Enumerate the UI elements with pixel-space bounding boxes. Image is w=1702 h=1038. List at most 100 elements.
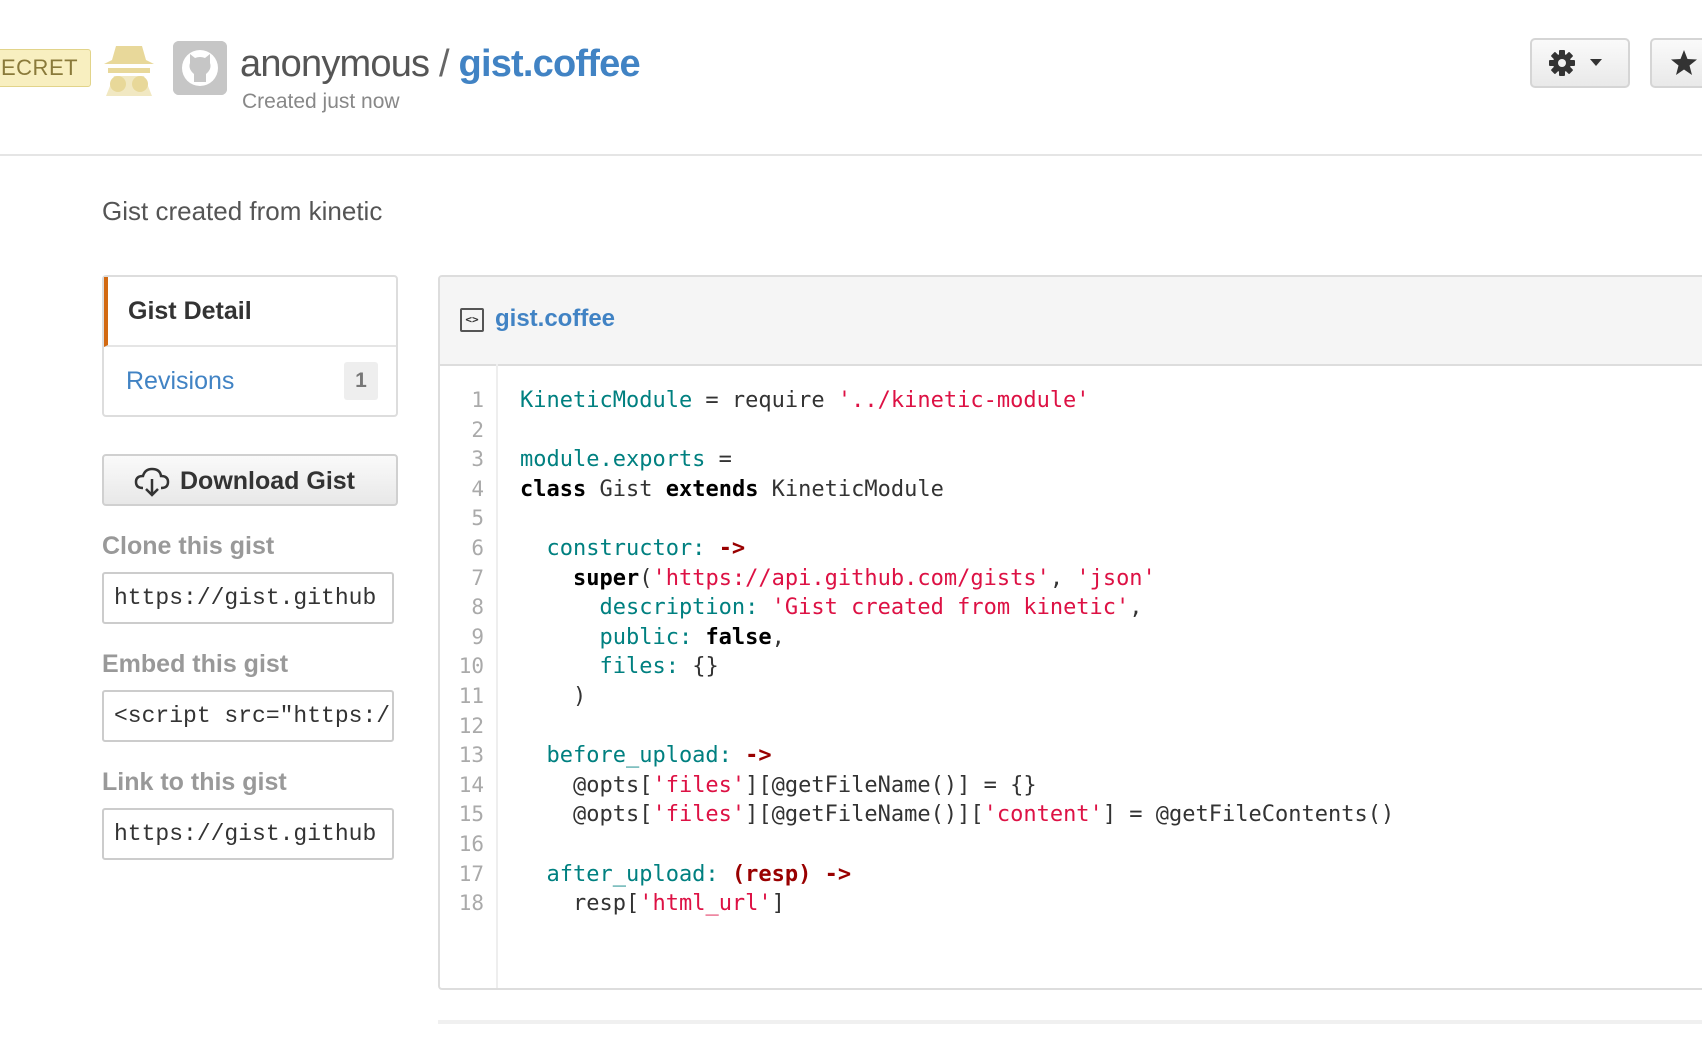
clone-label: Clone this gist xyxy=(102,532,275,560)
code-token: , xyxy=(771,624,785,650)
gist-name-link[interactable]: gist.coffee xyxy=(459,43,641,85)
code-line: @opts['files'][@getFileName()] = {} xyxy=(520,773,1037,798)
code-token: ][@getFileName()][ xyxy=(745,802,984,828)
file-name-link[interactable]: gist.coffee xyxy=(495,305,615,333)
title-separator: / xyxy=(429,43,459,85)
code-token: (resp) xyxy=(731,861,812,887)
code-token: class xyxy=(520,476,587,502)
code-token: false xyxy=(705,624,772,650)
line-number[interactable]: 4 xyxy=(471,477,484,501)
line-number-gutter: 1 2 3 4 5 6 7 8 9 10 11 12 13 14 15 16 17 18 xyxy=(440,364,498,988)
github-octocat-icon xyxy=(173,41,227,95)
code-line: module.exports = xyxy=(520,447,732,472)
code-token: 'Gist created from kinetic' xyxy=(771,595,1130,621)
code-token: after_upload: xyxy=(520,861,719,887)
code-token: description: xyxy=(520,595,759,621)
code-token: = require xyxy=(692,388,838,413)
nav-item-label: Revisions xyxy=(126,367,235,395)
line-number[interactable]: 12 xyxy=(459,714,484,738)
line-number[interactable]: 13 xyxy=(459,743,484,767)
code-token: 'json' xyxy=(1076,565,1156,591)
file-container: <> gist.coffee 1 2 3 4 5 6 7 8 9 10 11 12 13 14 15 16 17… xyxy=(438,275,1702,990)
code-token: KineticModule xyxy=(520,388,693,413)
code-token: 'files' xyxy=(652,802,746,828)
line-number[interactable]: 18 xyxy=(459,891,484,915)
cloud-download-icon xyxy=(134,467,170,497)
gist-title: anonymous / gist.coffee xyxy=(240,42,641,86)
link-label: Link to this gist xyxy=(102,768,287,796)
line-number[interactable]: 2 xyxy=(471,418,484,442)
code-line: after_upload: (resp) -> xyxy=(520,862,851,887)
code-token: -> xyxy=(824,861,852,887)
code-token: before_upload: xyxy=(520,743,732,769)
code-token: ) xyxy=(520,684,587,709)
line-number[interactable]: 5 xyxy=(471,506,484,530)
code-line: super('https://api.github.com/gists', 'j… xyxy=(520,566,1156,591)
code-file-icon: <> xyxy=(460,308,484,332)
link-url-input[interactable]: https://gist.github xyxy=(102,808,394,860)
code-line: resp['html_url'] xyxy=(520,891,785,916)
line-number[interactable]: 17 xyxy=(459,862,484,886)
code-token: ][@getFileName()] = {} xyxy=(745,772,1037,798)
line-number[interactable]: 14 xyxy=(459,773,484,797)
code-token: 'html_url' xyxy=(639,891,772,917)
file-header: <> gist.coffee xyxy=(440,277,1702,366)
divider xyxy=(438,1020,1702,1024)
gist-description: Gist created from kinetic xyxy=(102,196,383,226)
code-line: public: false, xyxy=(520,624,785,650)
line-number[interactable]: 11 xyxy=(459,684,484,708)
line-number[interactable]: 16 xyxy=(459,832,484,856)
code-token: KineticModule xyxy=(758,476,944,502)
code-line: KineticModule = require '../kinetic-modu… xyxy=(520,388,1090,413)
avatar[interactable] xyxy=(173,41,227,95)
nav-item-label: Gist Detail xyxy=(128,297,252,325)
chevron-down-icon xyxy=(1590,59,1602,66)
download-gist-button[interactable]: Download Gist xyxy=(102,454,398,506)
code-token: 'content' xyxy=(983,802,1103,828)
code-token: extends xyxy=(665,476,759,502)
code-view: KineticModule = require '../kinetic-modu… xyxy=(520,364,1702,988)
code-token: Gist xyxy=(586,476,666,502)
code-token: , xyxy=(1049,565,1077,591)
code-line: class Gist extends KineticModule xyxy=(520,477,944,502)
code-token: ] = @getFileContents() xyxy=(1102,802,1395,828)
line-number[interactable]: 6 xyxy=(471,536,484,560)
line-number[interactable]: 3 xyxy=(471,447,484,471)
code-token: @opts[ xyxy=(520,772,653,798)
line-number[interactable]: 9 xyxy=(471,625,484,649)
code-token: @opts[ xyxy=(520,802,653,828)
clone-url-input[interactable]: https://gist.github xyxy=(102,572,394,624)
code-token: '../kinetic-module' xyxy=(837,388,1090,413)
nav-item-revisions[interactable]: Revisions 1 xyxy=(104,347,396,415)
owner-link[interactable]: anonymous xyxy=(240,43,430,85)
line-number[interactable]: 7 xyxy=(471,566,484,590)
line-number[interactable]: 15 xyxy=(459,802,484,826)
code-token: = xyxy=(705,447,732,473)
nav-item-gist-detail[interactable]: Gist Detail xyxy=(104,277,396,347)
line-number[interactable]: 10 xyxy=(459,654,484,678)
embed-label: Embed this gist xyxy=(102,650,289,678)
code-line: @opts['files'][@getFileName()]['content'… xyxy=(520,802,1394,827)
embed-code-input[interactable]: <script src="https:/ xyxy=(102,690,394,742)
star-button[interactable] xyxy=(1650,38,1702,88)
revisions-counter-badge: 1 xyxy=(344,362,378,400)
code-token: super xyxy=(572,565,640,591)
code-token: 'https://api.github.com/gists' xyxy=(652,565,1050,591)
code-token: ( xyxy=(639,565,653,591)
code-token: public: xyxy=(520,624,693,650)
code-line: ) xyxy=(520,684,586,709)
line-number[interactable]: 1 xyxy=(471,388,484,412)
code-token: , xyxy=(1129,595,1143,621)
secret-spy-icon xyxy=(104,46,154,96)
gist-nav: Gist Detail Revisions 1 xyxy=(102,275,398,417)
gist-header: ECRET anonymous / gist.coffee Created ju… xyxy=(0,0,1702,156)
code-token: files: xyxy=(520,654,679,680)
settings-dropdown-button[interactable] xyxy=(1530,38,1630,88)
gear-icon xyxy=(1549,50,1602,76)
line-number[interactable]: 8 xyxy=(471,595,484,619)
